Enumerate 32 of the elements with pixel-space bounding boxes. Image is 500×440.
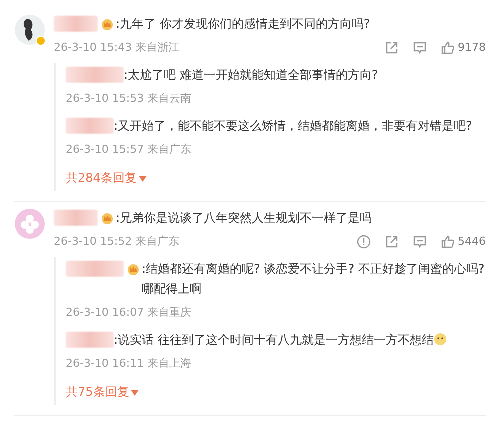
reply-text: :又开始了，能不能不要这么矫情，结婚都能离婚，非要有对错是吧? — [114, 118, 472, 135]
user-avatar[interactable] — [14, 14, 46, 46]
more-replies-link[interactable]: 共284条回复 — [66, 170, 147, 187]
reply-text: :太尬了吧 难道一开始就能知道全部事情的方向? — [124, 67, 378, 84]
blurred-username[interactable] — [66, 118, 114, 134]
blurred-username[interactable] — [66, 261, 124, 277]
reply-time: 26-3-10 16:07 来自重庆 — [66, 305, 192, 320]
thumbs-up-icon — [441, 40, 455, 54]
reply-time: 26-3-10 15:53 来自云南 — [66, 91, 192, 106]
comment-time: 26-3-10 15:52 来自广东 — [54, 234, 180, 249]
blurred-username[interactable] — [66, 67, 124, 83]
comment-time: 26-3-10 15:43 来自浙江 — [54, 40, 180, 55]
like-button[interactable]: 9178 — [441, 40, 486, 54]
reply-time: 26-3-10 15:57 来自广东 — [66, 142, 192, 157]
blurred-username[interactable] — [54, 16, 98, 32]
reply-text: :说实话 往往到了这个时间十有八九就是一方想结一方不想结 — [114, 330, 447, 350]
more-replies-link[interactable]: 共75条回复 — [66, 384, 140, 401]
reply-time: 26-3-10 16:11 来自上海 — [66, 356, 192, 371]
report-icon[interactable] — [357, 234, 371, 248]
comment-text: :兄弟你是说谈了八年突然人生规划不一样了是吗 — [116, 210, 372, 227]
reply-text: :结婚都还有离婚的呢? 谈恋爱不让分手? 不正好趁了闺蜜的心吗? 哪配得上啊 — [142, 261, 486, 298]
share-icon[interactable] — [385, 40, 399, 54]
dropdown-caret-icon — [138, 176, 147, 182]
thumbs-up-icon — [441, 234, 455, 248]
like-button[interactable]: 5446 — [441, 234, 486, 248]
blurred-username[interactable] — [54, 210, 98, 226]
blurred-username[interactable] — [66, 332, 114, 348]
comment-icon[interactable] — [413, 234, 427, 248]
comment-icon[interactable] — [413, 40, 427, 54]
share-icon[interactable] — [385, 234, 399, 248]
comment-text: :九年了 你才发现你们的感情走到不同的方向吗? — [116, 16, 370, 33]
dropdown-caret-icon — [131, 390, 140, 396]
